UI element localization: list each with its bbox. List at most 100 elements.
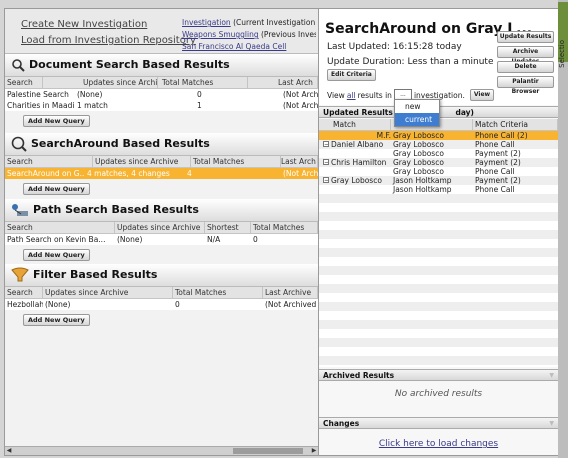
section-title: Document Search Based Results [5,54,318,77]
load-investigation-link[interactable]: Load from Investigation Repository [21,35,196,46]
investigation-link[interactable]: Investigation [182,18,231,27]
section-title: Path Search Based Results [5,199,318,222]
column-header[interactable]: Total Matches [173,287,263,298]
result-row[interactable]: − Chris Hamilton Gray Lobosco Payment (2) [319,158,558,167]
cell-entity: Jason Holtkamp [393,185,452,194]
column-header[interactable]: Last Arch [281,156,318,167]
investigation-link[interactable]: San Francisco Al Qaeda Cell [182,42,286,51]
cell-archive: (Not Archi [283,101,318,110]
investigation-item: Weapons Smuggling (Previous Inves [182,29,316,41]
add-query-button[interactable]: Add New Query [23,249,90,261]
column-header[interactable]: Total Matches [158,77,248,88]
cell-match: − Daniel Albano [319,140,391,149]
investigation-link[interactable]: Weapons Smuggling [182,30,259,39]
filter-results-section: Filter Based Results Search Updates sinc… [5,264,318,330]
match-name: Gray Lobosco [331,176,382,185]
view-button[interactable]: View [469,89,495,101]
load-changes-link[interactable]: Click here to load changes [319,439,558,449]
result-row[interactable]: − Daniel Albano Gray Lobosco Phone Call [319,140,558,149]
magnifier-icon [12,59,25,72]
cell-updates: (None) [77,90,103,99]
horizontal-scrollbar[interactable]: ◀ ▶ [5,446,318,455]
last-updated-text: Last Updated: 16:15:28 today [327,42,462,52]
cell-match: − Chris Hamilton [319,158,391,167]
cell-entity: Gray Lobosco [393,149,444,158]
column-header[interactable]: Search [5,77,43,88]
collapse-toggle-icon[interactable]: − [323,141,329,147]
table-row-selected[interactable]: SearchAround on G... 4 matches, 4 change… [5,168,318,179]
cell-criteria: Payment (2) [475,149,521,158]
column-header[interactable]: Updates since Archive [115,222,205,233]
menu-item-current[interactable]: current [395,113,439,126]
column-header-criteria[interactable]: Match Criteria [473,119,558,130]
cell-archive: (Not Archi [283,90,318,99]
changes-label: Changes [323,419,360,428]
view-all-link[interactable]: all [347,91,356,100]
target-dropdown-menu: new current [394,99,440,127]
column-header[interactable]: Updates since Archive [43,77,158,88]
delete-button[interactable]: Delete [497,61,554,73]
table-row[interactable]: Hezbollah (None) 0 (Not Archived [5,299,318,310]
column-header[interactable]: Updates since Archive [43,287,173,298]
column-header[interactable]: Updates since Archive [93,156,191,167]
cell-search: Path Search on Kevin Ba... [7,235,106,244]
cell-archive: (Not Archived [265,300,317,309]
collapse-toggle-icon[interactable]: − [323,177,329,183]
column-header-match[interactable]: Match [319,119,391,130]
cell-criteria: Payment (2) [475,158,521,167]
side-panel-strip[interactable]: Selectio [558,0,568,458]
update-results-button[interactable]: Update Results [497,31,554,43]
cell-criteria: Phone Call [475,185,515,194]
cell-total: 0 [175,300,180,309]
column-header[interactable]: Shortest [205,222,251,233]
table-row[interactable]: Charities in Maadi 1 match 1 (Not Archi [5,100,318,111]
scrollbar-thumb[interactable] [233,448,303,454]
updated-results-label: Updated Results [323,108,393,117]
changes-header[interactable]: Changes ▼ [319,417,558,429]
section-title-text: Filter Based Results [33,268,158,281]
column-header[interactable]: Last Archive [263,287,318,298]
add-query-button[interactable]: Add New Query [23,183,90,195]
archived-results-header[interactable]: Archived Results ▼ [319,369,558,381]
result-row[interactable]: − Gray Lobosco Jason Holtkamp Payment (2) [319,176,558,185]
column-header[interactable]: Last Arch [248,77,318,88]
result-row[interactable]: Jason Holtkamp Phone Call [319,185,558,194]
table-row[interactable]: Path Search on Kevin Ba... (None) N/A 0 [5,234,318,245]
update-duration-text: Update Duration: Less than a minute [327,57,494,67]
column-header[interactable]: Search [5,287,43,298]
investigation-item: Investigation (Current Investigation) [182,17,316,29]
scroll-right-icon[interactable]: ▶ [310,447,318,455]
column-header[interactable]: Search [5,222,115,233]
scroll-left-icon[interactable]: ◀ [5,447,13,455]
result-row[interactable]: Gray Lobosco Phone Call [319,167,558,176]
result-row-selected[interactable]: M.F. Gray Lobosco Phone Call (2) [319,131,558,140]
cell-search: Charities in Maadi [7,101,75,110]
cell-shortest: N/A [207,235,221,244]
cell-criteria: Phone Call [475,167,515,176]
column-header[interactable]: Total Matches [251,222,318,233]
collapse-toggle-icon[interactable]: − [323,159,329,165]
create-investigation-link[interactable]: Create New Investigation [21,19,147,30]
column-header[interactable]: Total Matches [191,156,281,167]
edit-criteria-button[interactable]: Edit Criteria [327,69,376,81]
app-frame: Create New Investigation Load from Inves… [0,0,568,458]
table-row[interactable]: Palestine Search (None) 0 (Not Archi [5,89,318,100]
palantir-browser-button[interactable]: Palantir Browser [497,76,554,95]
view-mid: results in [357,90,392,100]
add-query-button[interactable]: Add New Query [23,115,90,127]
match-name: M.F. [376,131,391,140]
archive-updates-button[interactable]: Archive Updates [497,46,554,65]
search-detail-pane: SearchAround on Gray L... Last Updated: … [318,8,559,456]
collapse-icon[interactable]: ▼ [549,418,554,430]
menu-item-new[interactable]: new [395,100,439,113]
investigation-item: San Francisco Al Qaeda Cell [182,41,316,53]
cell-entity: Gray Lobosco [393,140,444,149]
column-header[interactable]: Search [5,156,93,167]
collapse-icon[interactable]: ▼ [549,370,554,382]
result-row[interactable]: Gray Lobosco Payment (2) [319,149,558,158]
section-title-text: Document Search Based Results [29,58,230,71]
add-query-button[interactable]: Add New Query [23,314,90,326]
